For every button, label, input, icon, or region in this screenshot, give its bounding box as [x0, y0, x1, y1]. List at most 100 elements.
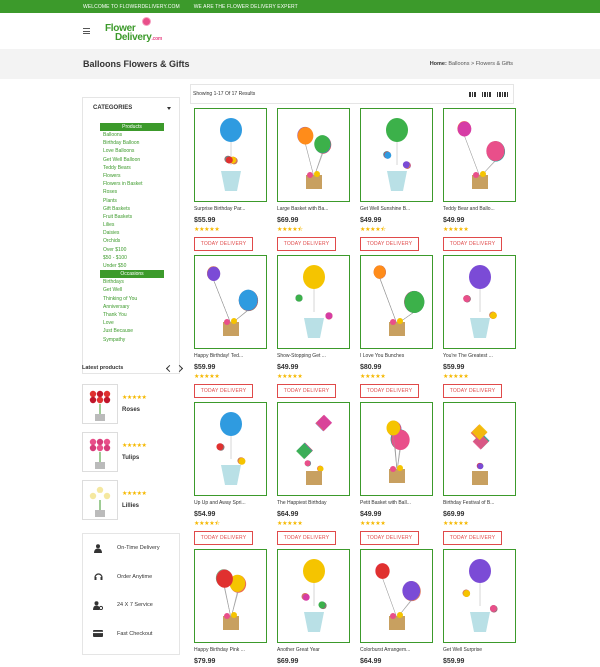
product-name[interactable]: Happy Birthday Pink ...	[194, 647, 267, 653]
category-link[interactable]: Birthday Balloon	[103, 139, 179, 147]
category-link[interactable]: Flowers in Basket	[103, 180, 179, 188]
product-image[interactable]	[194, 549, 267, 643]
category-link[interactable]: Birthdays	[103, 278, 179, 286]
category-link[interactable]: Orchids	[103, 237, 179, 245]
product-name[interactable]: Large Basket with Ba...	[277, 206, 350, 212]
product-card[interactable]: Up Up and Away Spri... $54.99 ★★★★⯪ TODA…	[194, 402, 267, 545]
product-card[interactable]: The Happiest Birthday $64.99 ★★★★★ TODAY…	[277, 402, 350, 545]
category-link[interactable]: Get Well	[103, 286, 179, 294]
product-name[interactable]: Get Well Surprise	[443, 647, 516, 653]
next-arrow-icon[interactable]	[175, 364, 184, 372]
product-image[interactable]	[194, 255, 267, 349]
today-delivery-button[interactable]: TODAY DELIVERY	[360, 531, 419, 545]
today-delivery-button[interactable]: TODAY DELIVERY	[443, 384, 502, 398]
product-card[interactable]: Colorburst Arrangem... $64.99 ★★★★★ TODA…	[360, 549, 433, 667]
grid-5-view-icon[interactable]	[496, 91, 508, 97]
category-link[interactable]: Sympathy	[103, 336, 179, 344]
product-name[interactable]: Colorburst Arrangem...	[360, 647, 433, 653]
menu-icon[interactable]	[83, 28, 90, 34]
categories-toggle[interactable]: CATEGORIES	[83, 98, 179, 118]
prev-arrow-icon[interactable]	[165, 364, 174, 372]
category-link[interactable]: Just Because	[103, 327, 179, 335]
category-link[interactable]: Over $100	[103, 246, 179, 254]
product-name[interactable]: Surprise Birthday Par...	[194, 206, 267, 212]
product-image[interactable]	[360, 402, 433, 496]
product-card[interactable]: Teddy Bear and Ballo... $49.99 ★★★★★ TOD…	[443, 108, 516, 251]
product-name[interactable]: Up Up and Away Spri...	[194, 500, 267, 506]
today-delivery-button[interactable]: TODAY DELIVERY	[443, 237, 502, 251]
latest-product-name[interactable]: Tulips	[122, 455, 146, 461]
product-name[interactable]: The Happiest Birthday	[277, 500, 350, 506]
product-card[interactable]: Another Great Year $69.99 ★★★★★ TODAY DE…	[277, 549, 350, 667]
today-delivery-button[interactable]: TODAY DELIVERY	[360, 237, 419, 251]
category-link[interactable]: Balloons	[103, 131, 179, 139]
product-image[interactable]	[194, 402, 267, 496]
category-link[interactable]: Love	[103, 319, 179, 327]
product-name[interactable]: Another Great Year	[277, 647, 350, 653]
latest-product-image[interactable]	[82, 432, 118, 472]
product-name[interactable]: Birthday Festival of B...	[443, 500, 516, 506]
product-image[interactable]	[360, 255, 433, 349]
category-link[interactable]: Anniversary	[103, 303, 179, 311]
category-link[interactable]: Gift Baskets	[103, 205, 179, 213]
product-name[interactable]: Show-Stopping Get ...	[277, 353, 350, 359]
today-delivery-button[interactable]: TODAY DELIVERY	[194, 531, 253, 545]
product-image[interactable]	[194, 108, 267, 202]
latest-product-item[interactable]: ★★★★★ Roses	[82, 384, 182, 424]
latest-product-image[interactable]	[82, 384, 118, 424]
product-card[interactable]: You're The Greatest ... $59.99 ★★★★★ TOD…	[443, 255, 516, 398]
product-image[interactable]	[443, 402, 516, 496]
category-link[interactable]: Under $50	[103, 262, 179, 270]
product-card[interactable]: Get Well Surprise $59.99 ★★★★★ TODAY DEL…	[443, 549, 516, 667]
product-image[interactable]	[360, 549, 433, 643]
product-name[interactable]: Teddy Bear and Ballo...	[443, 206, 516, 212]
site-logo[interactable]: Flower Delivery.com	[105, 18, 162, 43]
category-link[interactable]: Flowers	[103, 172, 179, 180]
category-link[interactable]: Love Balloons	[103, 147, 179, 155]
category-link[interactable]: Plants	[103, 197, 179, 205]
product-image[interactable]	[443, 108, 516, 202]
category-link[interactable]: Fruit Baskets	[103, 213, 179, 221]
category-link[interactable]: Thinking of You	[103, 295, 179, 303]
product-image[interactable]	[277, 108, 350, 202]
latest-product-item[interactable]: ★★★★★ Lillies	[82, 480, 182, 520]
breadcrumb-home[interactable]: Home:	[430, 61, 447, 67]
product-card[interactable]: Birthday Festival of B... $69.99 ★★★★★ T…	[443, 402, 516, 545]
category-link[interactable]: Teddy Bears	[103, 164, 179, 172]
today-delivery-button[interactable]: TODAY DELIVERY	[277, 531, 336, 545]
product-image[interactable]	[277, 255, 350, 349]
product-image[interactable]	[360, 108, 433, 202]
today-delivery-button[interactable]: TODAY DELIVERY	[360, 384, 419, 398]
latest-product-name[interactable]: Roses	[122, 407, 146, 413]
today-delivery-button[interactable]: TODAY DELIVERY	[443, 531, 502, 545]
grid-3-view-icon[interactable]	[469, 91, 476, 97]
today-delivery-button[interactable]: TODAY DELIVERY	[277, 384, 336, 398]
product-card[interactable]: Petit Basket with Ball... $49.99 ★★★★★ T…	[360, 402, 433, 545]
latest-product-image[interactable]	[82, 480, 118, 520]
product-card[interactable]: Get Well Sunshine B... $49.99 ★★★★⯪ TODA…	[360, 108, 433, 251]
today-delivery-button[interactable]: TODAY DELIVERY	[194, 237, 253, 251]
category-link[interactable]: Daisies	[103, 229, 179, 237]
product-name[interactable]: You're The Greatest ...	[443, 353, 516, 359]
product-image[interactable]	[277, 402, 350, 496]
product-card[interactable]: Happy Birthday! Ted... $59.99 ★★★★★ TODA…	[194, 255, 267, 398]
product-card[interactable]: Show-Stopping Get ... $49.99 ★★★★★ TODAY…	[277, 255, 350, 398]
latest-product-item[interactable]: ★★★★★ Tulips	[82, 432, 182, 472]
category-link[interactable]: Roses	[103, 188, 179, 196]
product-name[interactable]: Happy Birthday! Ted...	[194, 353, 267, 359]
product-image[interactable]	[443, 549, 516, 643]
product-name[interactable]: Get Well Sunshine B...	[360, 206, 433, 212]
product-name[interactable]: I Love You Bunches	[360, 353, 433, 359]
category-link[interactable]: $50 - $100	[103, 254, 179, 262]
latest-product-name[interactable]: Lillies	[122, 503, 146, 509]
product-name[interactable]: Petit Basket with Ball...	[360, 500, 433, 506]
product-card[interactable]: Surprise Birthday Par... $55.99 ★★★★★ TO…	[194, 108, 267, 251]
today-delivery-button[interactable]: TODAY DELIVERY	[194, 384, 253, 398]
product-card[interactable]: Happy Birthday Pink ... $79.99 ★★★★★ TOD…	[194, 549, 267, 667]
product-card[interactable]: I Love You Bunches $80.99 ★★★★★ TODAY DE…	[360, 255, 433, 398]
category-link[interactable]: Thank You	[103, 311, 179, 319]
today-delivery-button[interactable]: TODAY DELIVERY	[277, 237, 336, 251]
product-image[interactable]	[277, 549, 350, 643]
product-card[interactable]: Large Basket with Ba... $69.99 ★★★★⯪ TOD…	[277, 108, 350, 251]
product-image[interactable]	[443, 255, 516, 349]
